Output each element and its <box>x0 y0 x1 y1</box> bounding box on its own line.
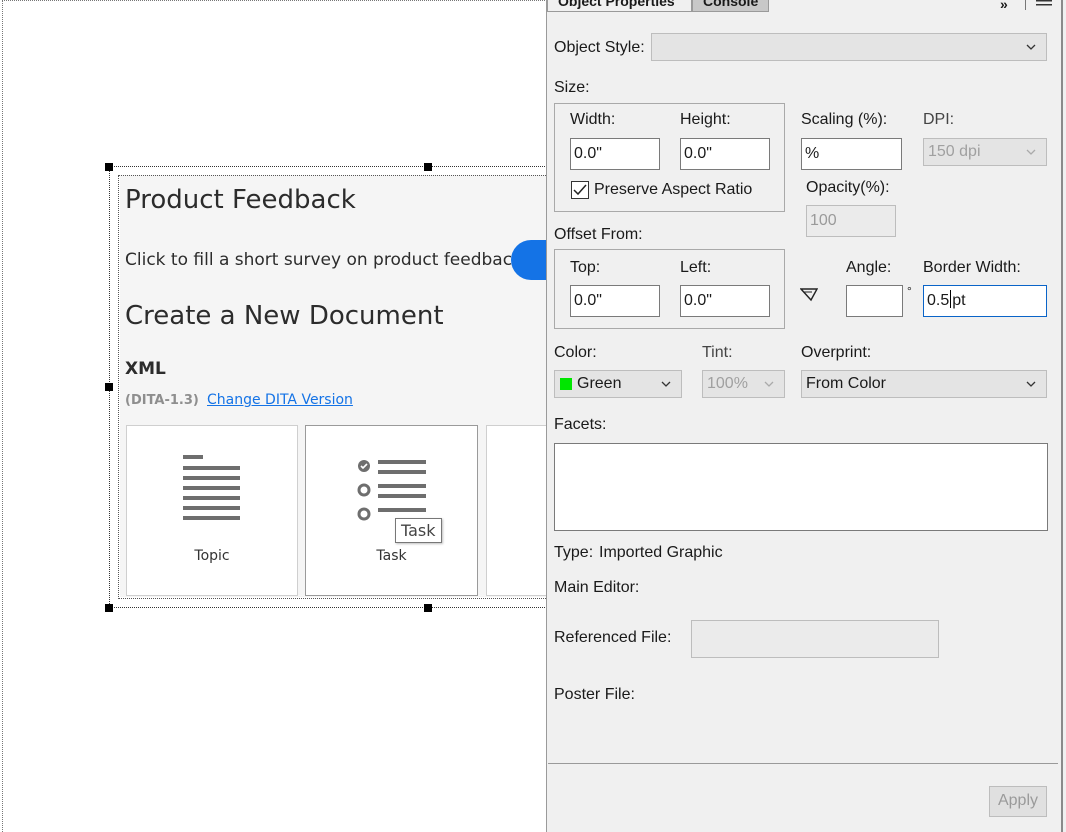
overprint-value: From Color <box>806 375 887 392</box>
degree-symbol: ° <box>907 284 912 298</box>
angle-input[interactable] <box>846 285 903 317</box>
scaling-label: Scaling (%): <box>801 111 888 128</box>
facets-label: Facets: <box>554 416 607 433</box>
main-editor-label: Main Editor: <box>554 579 640 596</box>
size-label: Size: <box>554 79 590 96</box>
width-input[interactable]: 0.0" <box>570 138 660 170</box>
chevron-down-icon <box>1026 381 1036 387</box>
object-properties-panel: Object Properties Console » Object Style… <box>546 0 1066 832</box>
offset-left-input[interactable]: 0.0" <box>680 285 770 317</box>
referenced-file-input[interactable] <box>691 620 939 658</box>
tint-label: Tint: <box>702 344 733 361</box>
referenced-file-label: Referenced File: <box>554 629 672 646</box>
opacity-input[interactable]: 100 <box>806 205 896 237</box>
preserve-aspect-label: Preserve Aspect Ratio <box>594 181 753 198</box>
top-label: Top: <box>570 259 601 276</box>
resize-handle-bottom-left[interactable] <box>105 604 113 612</box>
panel-header-divider <box>1025 0 1026 10</box>
width-label: Width: <box>570 111 616 128</box>
object-style-select[interactable] <box>651 33 1047 61</box>
graphic-frame <box>118 175 547 599</box>
color-label: Color: <box>554 344 597 361</box>
document-canvas[interactable]: Product Feedback Click to fill a short s… <box>0 0 547 832</box>
resize-handle-bottom-middle[interactable] <box>424 604 432 612</box>
offset-top-input[interactable]: 0.0" <box>570 285 660 317</box>
height-input[interactable]: 0.0" <box>680 138 770 170</box>
type-label: Type: <box>554 544 594 561</box>
dpi-label: DPI: <box>923 111 955 128</box>
angle-label: Angle: <box>846 259 892 276</box>
tint-value: 100% <box>707 375 748 392</box>
angle-icon <box>800 288 818 302</box>
tint-select[interactable]: 100% <box>702 370 785 398</box>
height-label: Height: <box>680 111 731 128</box>
color-select[interactable]: Green <box>554 370 682 398</box>
color-value: Green <box>577 375 622 392</box>
panel-right-edge <box>1061 0 1063 832</box>
facets-textarea[interactable] <box>554 443 1048 531</box>
overprint-select[interactable]: From Color <box>801 370 1047 398</box>
tab-object-properties[interactable]: Object Properties <box>547 0 692 12</box>
dpi-select[interactable]: 150 dpi <box>923 138 1047 166</box>
checkmark-icon <box>573 184 587 196</box>
chevron-down-icon <box>764 381 774 387</box>
scaling-input[interactable]: % <box>801 138 902 170</box>
overprint-label: Overprint: <box>801 344 872 361</box>
page-border-top <box>2 0 547 1</box>
resize-handle-top-middle[interactable] <box>424 163 432 171</box>
page-border-left <box>2 0 3 832</box>
dpi-value: 150 dpi <box>928 143 981 160</box>
resize-handle-top-left[interactable] <box>105 163 113 171</box>
chevron-down-icon <box>661 381 671 387</box>
panel-footer-divider <box>548 763 1058 764</box>
resize-handle-middle-left[interactable] <box>105 383 113 391</box>
border-width-input[interactable]: 0.5 pt <box>923 285 1047 317</box>
opacity-label: Opacity(%): <box>806 179 890 196</box>
border-width-value: 0.5 <box>927 292 950 309</box>
panel-expand-icon[interactable]: » <box>1000 0 1008 12</box>
border-width-label: Border Width: <box>923 259 1021 276</box>
object-style-label: Object Style: <box>554 39 645 56</box>
chevron-down-icon <box>1026 44 1036 50</box>
tab-console[interactable]: Console <box>692 0 769 12</box>
panel-menu-icon[interactable] <box>1036 0 1052 8</box>
color-swatch <box>560 378 572 390</box>
poster-file-label: Poster File: <box>554 686 635 703</box>
border-width-unit: pt <box>952 292 966 309</box>
apply-button[interactable]: Apply <box>989 786 1047 817</box>
type-value: Imported Graphic <box>599 544 723 561</box>
offset-from-label: Offset From: <box>554 226 643 243</box>
chevron-down-icon <box>1026 149 1036 155</box>
left-label: Left: <box>680 259 712 276</box>
preserve-aspect-checkbox[interactable] <box>571 181 589 199</box>
